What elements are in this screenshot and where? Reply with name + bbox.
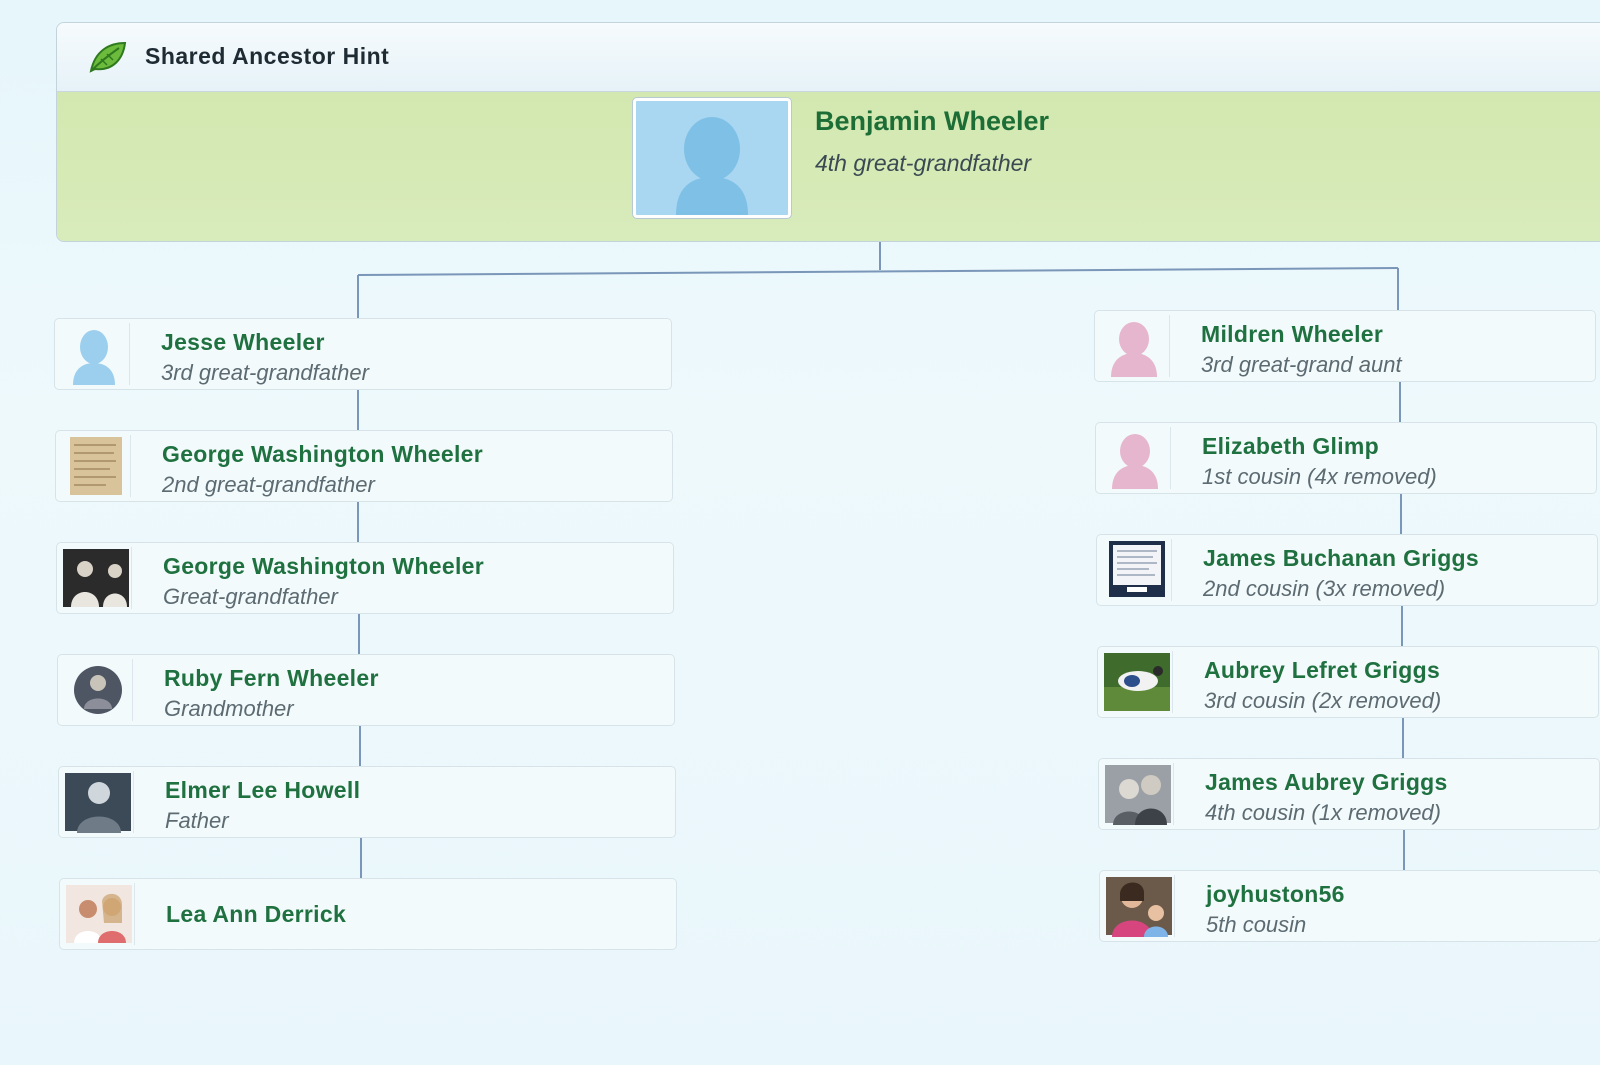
portrait-photo-icon [74, 666, 122, 714]
ancestor-band: Benjamin Wheeler 4th great-grandfather [57, 92, 1600, 241]
person-name[interactable]: Elmer Lee Howell [165, 777, 360, 804]
person-card[interactable]: Ruby Fern Wheeler Grandmother [57, 654, 675, 726]
person-name[interactable]: James Aubrey Griggs [1205, 769, 1448, 796]
person-relationship: Father [165, 808, 229, 833]
person-card[interactable]: George Washington Wheeler 2nd great-gran… [55, 430, 673, 502]
person-card[interactable]: Mildren Wheeler 3rd great-grand aunt [1094, 310, 1596, 382]
avatar [1104, 875, 1175, 937]
person-name[interactable]: joyhuston56 [1206, 881, 1345, 908]
couple-photo-icon [66, 885, 132, 943]
female-silhouette-icon [1111, 322, 1157, 377]
person-card[interactable]: Lea Ann Derrick [59, 878, 677, 950]
avatar [64, 883, 135, 945]
avatar [1102, 651, 1173, 713]
male-silhouette-icon [73, 330, 115, 385]
person-card[interactable]: Elizabeth Glimp 1st cousin (4x removed) [1095, 422, 1597, 494]
person-name[interactable]: Aubrey Lefret Griggs [1204, 657, 1440, 684]
female-silhouette-icon [1112, 434, 1158, 489]
document-photo-icon [70, 437, 122, 495]
person-relationship: 3rd cousin (2x removed) [1204, 688, 1442, 713]
leaf-icon [89, 41, 127, 73]
ancestor-photo[interactable] [633, 98, 791, 218]
ancestor-relationship: 4th great-grandfather [815, 150, 1032, 176]
family-photo-icon [1106, 877, 1172, 937]
person-relationship: 3rd great-grand aunt [1201, 352, 1402, 377]
couple-photo-icon [1105, 765, 1171, 825]
group-photo-icon [63, 549, 129, 607]
person-name[interactable]: Jesse Wheeler [161, 329, 325, 356]
avatar [59, 323, 130, 385]
avatar [1099, 315, 1170, 377]
person-relationship: Grandmother [164, 696, 294, 721]
avatar [63, 771, 134, 833]
ancestor-name[interactable]: Benjamin Wheeler [815, 106, 1049, 137]
avatar [60, 435, 131, 497]
person-name[interactable]: George Washington Wheeler [162, 441, 483, 468]
outdoor-photo-icon [1104, 653, 1170, 711]
male-silhouette-icon [676, 117, 748, 215]
avatar [1100, 427, 1171, 489]
person-card[interactable]: George Washington Wheeler Great-grandfat… [56, 542, 674, 614]
avatar [1103, 763, 1174, 825]
person-name[interactable]: James Buchanan Griggs [1203, 545, 1479, 572]
panel-header: Shared Ancestor Hint [57, 23, 1600, 92]
shared-ancestor-panel: Shared Ancestor Hint Benjamin Wheeler 4t… [56, 22, 1600, 242]
person-name[interactable]: Mildren Wheeler [1201, 321, 1383, 348]
person-name[interactable]: George Washington Wheeler [163, 553, 484, 580]
person-name[interactable]: Elizabeth Glimp [1202, 433, 1379, 460]
person-card[interactable]: joyhuston56 5th cousin [1099, 870, 1600, 942]
person-card[interactable]: James Aubrey Griggs 4th cousin (1x remov… [1098, 758, 1600, 830]
document-photo-icon [1109, 541, 1165, 597]
avatar [62, 659, 133, 721]
person-relationship: 5th cousin [1206, 912, 1307, 937]
portrait-photo-icon [65, 773, 131, 833]
person-relationship: 2nd great-grandfather [162, 472, 375, 497]
person-relationship: 3rd great-grandfather [161, 360, 369, 385]
person-card[interactable]: Jesse Wheeler 3rd great-grandfather [54, 318, 672, 390]
person-relationship: 4th cousin (1x removed) [1205, 800, 1441, 825]
person-card[interactable]: Aubrey Lefret Griggs 3rd cousin (2x remo… [1097, 646, 1599, 718]
person-name[interactable]: Lea Ann Derrick [166, 901, 346, 928]
person-relationship: Great-grandfather [163, 584, 338, 609]
panel-title: Shared Ancestor Hint [145, 43, 390, 69]
person-name[interactable]: Ruby Fern Wheeler [164, 665, 379, 692]
avatar [1101, 539, 1172, 601]
person-relationship: 1st cousin (4x removed) [1202, 464, 1437, 489]
person-card[interactable]: Elmer Lee Howell Father [58, 766, 676, 838]
person-card[interactable]: James Buchanan Griggs 2nd cousin (3x rem… [1096, 534, 1598, 606]
avatar [61, 547, 132, 609]
person-relationship: 2nd cousin (3x removed) [1203, 576, 1446, 601]
